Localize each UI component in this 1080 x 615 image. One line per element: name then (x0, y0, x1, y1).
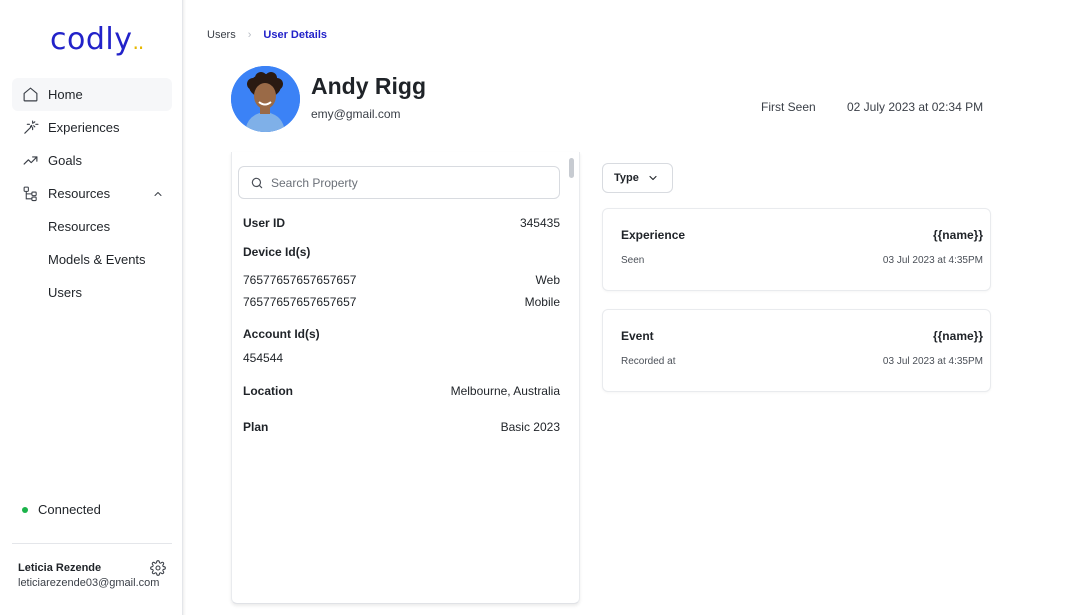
device-type: Web (535, 273, 560, 287)
search-icon (251, 177, 263, 188)
brand-dots: .. (132, 30, 144, 54)
card-timestamp: 03 Jul 2023 at 4:35PM (882, 255, 983, 266)
property-row-location: Location Melbourne, Australia (243, 384, 560, 398)
scrollbar[interactable] (569, 156, 575, 596)
profile-email: emy@gmail.com (311, 107, 401, 121)
current-user-name: Leticia Rezende (18, 562, 102, 574)
property-row-device-ids: Device Id(s) (243, 245, 560, 259)
sidebar-subitem-models-events[interactable]: Models & Events (12, 243, 172, 276)
hierarchy-icon (20, 184, 40, 204)
card-sub-label: Recorded at (621, 356, 676, 367)
card-timestamp: 03 Jul 2023 at 4:35PM (882, 356, 983, 367)
brand-logo[interactable]: codly.. (50, 22, 144, 57)
home-icon (20, 85, 40, 105)
device-row: 76577657657657657 Mobile (243, 295, 560, 309)
scrollbar-thumb[interactable] (569, 158, 574, 178)
property-label: Plan (243, 420, 269, 434)
card-name: {{name}} (932, 228, 983, 242)
sidebar-item-label: Resources (48, 186, 111, 201)
trending-up-icon (20, 151, 40, 171)
properties-panel: User ID 345435 Device Id(s) 765776576576… (231, 152, 580, 604)
sidebar-item-label: Home (48, 87, 83, 102)
card-title: Event (621, 329, 654, 343)
account-row: 454544 (243, 351, 560, 365)
gear-icon[interactable] (150, 560, 166, 576)
device-type: Mobile (524, 295, 560, 309)
sidebar-edge (183, 0, 186, 615)
sidebar-item-home[interactable]: Home (12, 78, 172, 111)
connection-status-label: Connected (38, 502, 101, 517)
sidebar-item-label: Experiences (48, 120, 120, 135)
sidebar-item-resources[interactable]: Resources (12, 177, 172, 210)
property-label: Device Id(s) (243, 245, 311, 259)
sidebar-item-experiences[interactable]: Experiences (12, 111, 172, 144)
type-filter-dropdown[interactable]: Type (602, 163, 673, 193)
search-property-box[interactable] (238, 166, 560, 199)
activity-card-experience[interactable]: Experience {{name}} Seen 03 Jul 2023 at … (602, 208, 991, 291)
first-seen-value: 02 July 2023 at 02:34 PM (847, 100, 984, 114)
activity-card-event[interactable]: Event {{name}} Recorded at 03 Jul 2023 a… (602, 309, 991, 392)
property-value: Melbourne, Australia (450, 384, 560, 398)
connection-status: Connected (22, 502, 101, 517)
device-id: 76577657657657657 (243, 273, 357, 287)
property-label: Location (243, 384, 293, 398)
property-label: Account Id(s) (243, 327, 320, 341)
divider (12, 543, 172, 544)
sidebar-nav: Home Experiences Goals Resources Resourc… (12, 78, 172, 309)
device-id: 76577657657657657 (243, 295, 357, 309)
device-row: 76577657657657657 Web (243, 273, 560, 287)
chevron-right-icon: › (247, 29, 252, 41)
current-user-email: leticiarezende03@gmail.com (18, 577, 160, 589)
property-row-account-ids: Account Id(s) (243, 327, 560, 341)
breadcrumb: Users › User Details (207, 29, 327, 41)
search-property-input[interactable] (271, 175, 531, 190)
card-title: Experience (621, 228, 686, 242)
account-id: 454544 (243, 351, 284, 365)
breadcrumb-users[interactable]: Users (207, 29, 236, 41)
sidebar-subitem-users[interactable]: Users (12, 276, 172, 309)
card-name: {{name}} (932, 329, 983, 343)
brand-name: codly (50, 22, 133, 57)
magic-wand-icon (20, 118, 40, 138)
card-sub-label: Seen (621, 255, 645, 266)
sidebar-item-goals[interactable]: Goals (12, 144, 172, 177)
profile-name: Andy Rigg (311, 73, 426, 99)
breadcrumb-user-details: User Details (263, 29, 327, 41)
chevron-up-icon[interactable] (152, 188, 164, 200)
property-value: Basic 2023 (500, 420, 560, 434)
property-row-plan: Plan Basic 2023 (243, 420, 560, 434)
sidebar-subitem-resources[interactable]: Resources (12, 210, 172, 243)
first-seen-label: First Seen (761, 100, 816, 114)
sidebar: codly.. Home Experiences Goals Resources (0, 0, 183, 615)
type-filter-label: Type (614, 172, 639, 184)
avatar (231, 66, 300, 132)
status-dot (22, 506, 28, 513)
property-row-user-id: User ID 345435 (243, 216, 560, 230)
sidebar-item-label: Goals (48, 153, 82, 168)
chevron-down-icon (649, 175, 657, 181)
property-value: 345435 (519, 216, 560, 230)
property-label: User ID (243, 216, 286, 230)
